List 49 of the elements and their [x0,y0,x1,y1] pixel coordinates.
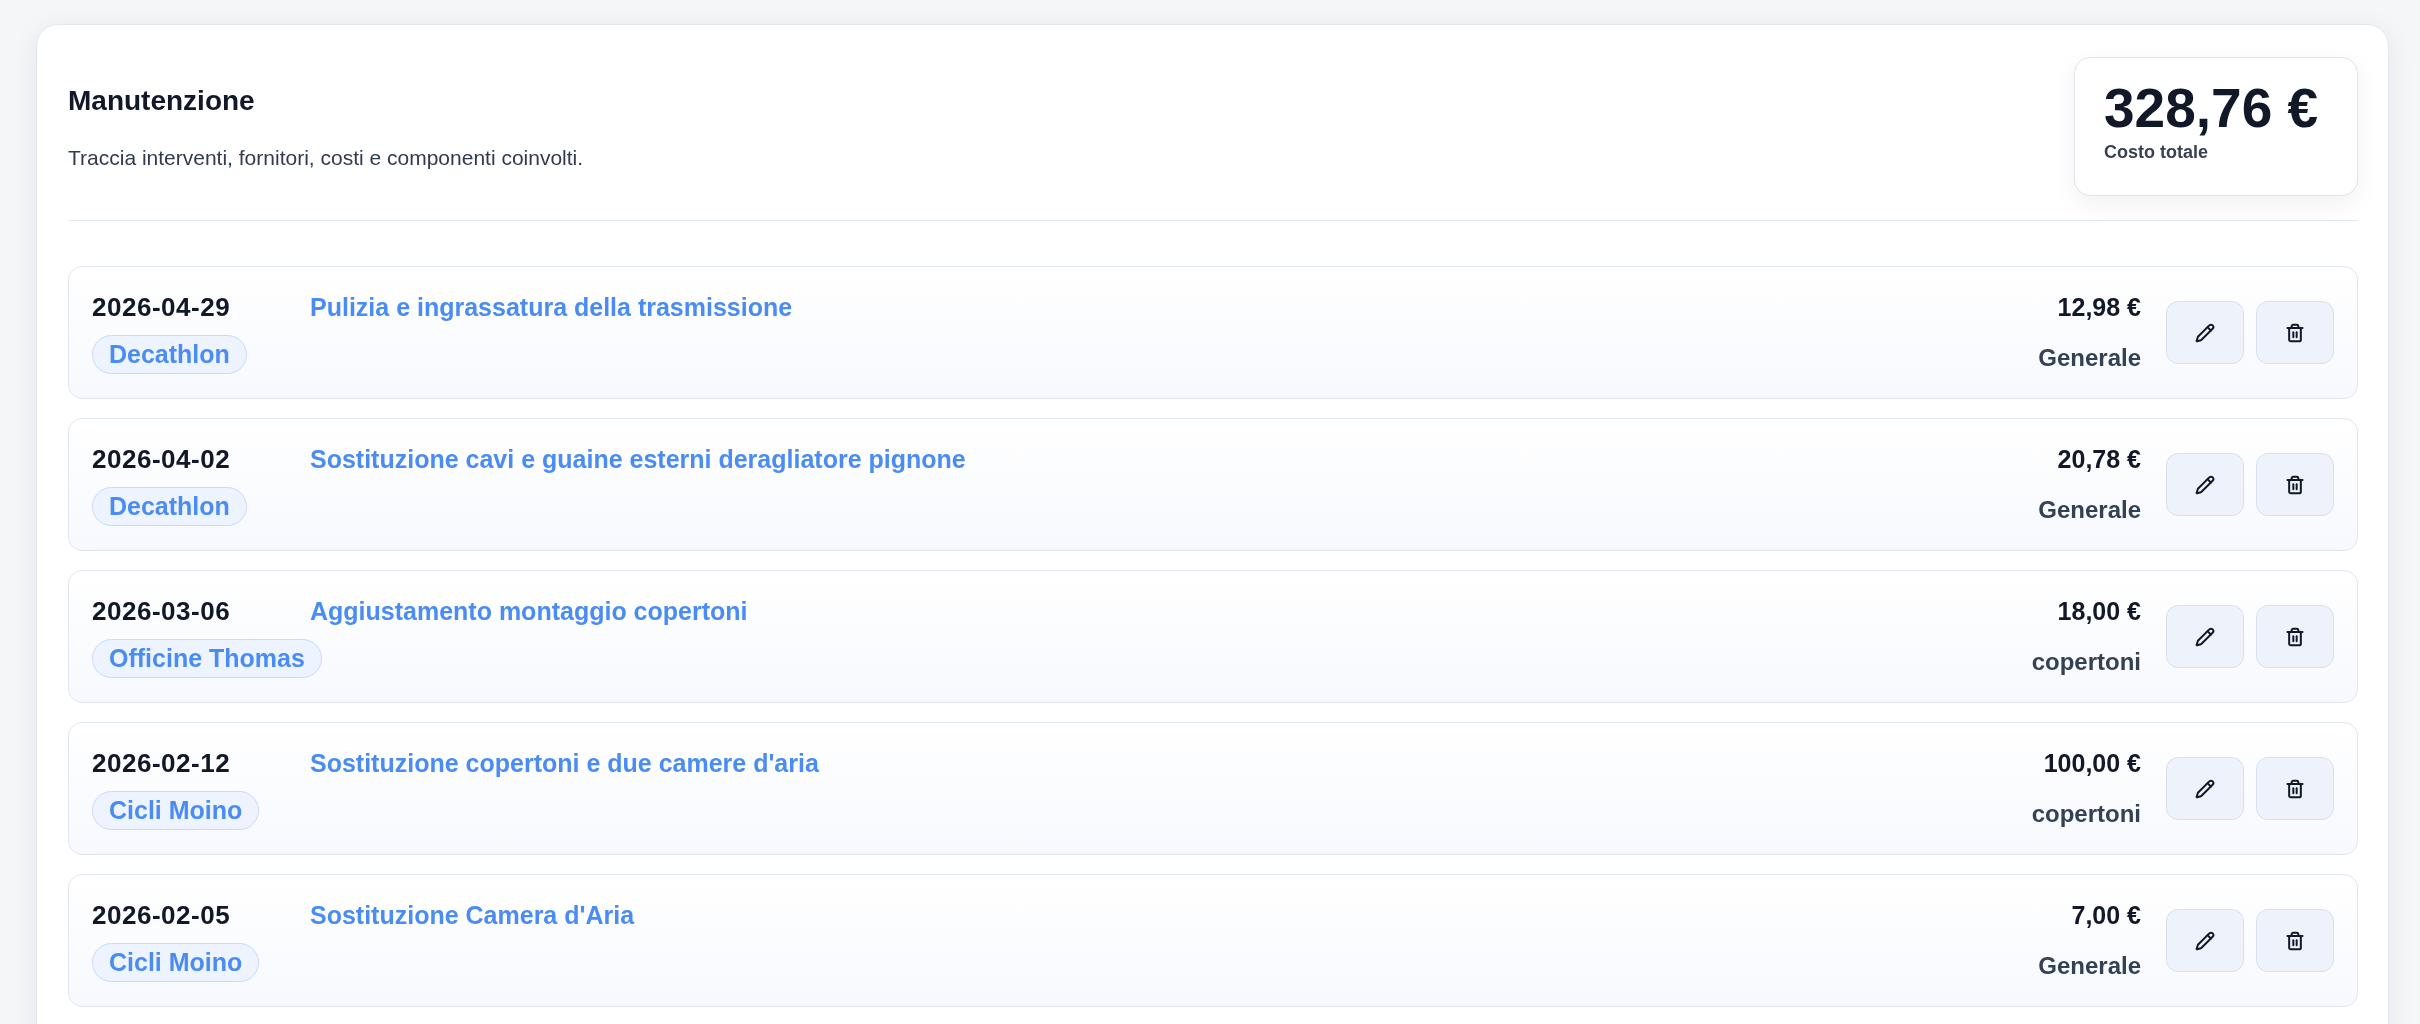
supplier-tag: Cicli Moino [92,942,260,982]
page-title: Manutenzione [68,83,256,118]
trash-icon [2285,778,2305,799]
entry-cost: 7,00 € [2071,900,2141,930]
edit-button[interactable] [2166,301,2244,364]
entry-component: Generale [2038,343,2141,373]
pencil-icon [2195,626,2215,647]
delete-button[interactable] [2256,301,2334,364]
entry-cost: 20,78 € [2057,444,2141,474]
entry-title-link[interactable]: Sostituzione cavi e guaine esterni deragliatore pignone [310,443,966,474]
page-subtitle: Traccia interventi, fornitori, costi e componenti coinvolti. [68,144,584,170]
entry-date: 2026-04-29 [92,291,231,322]
entry-component: copertoni [2031,799,2141,829]
pencil-icon [2195,930,2215,951]
total-cost-value: 328,76 € [2104,78,2320,138]
entry-component: copertoni [2031,647,2141,677]
supplier-tag: Officine Thomas [92,638,322,678]
supplier-tag: Cicli Moino [92,790,260,830]
delete-button[interactable] [2256,909,2334,972]
trash-icon [2285,930,2305,951]
total-cost-label: Costo totale [2104,141,2209,163]
delete-button[interactable] [2256,605,2334,668]
trash-icon [2285,322,2305,343]
entry-cost: 100,00 € [2043,748,2141,778]
entry-component: Generale [2038,951,2141,981]
pencil-icon [2195,778,2215,799]
entry-component: Generale [2038,495,2141,525]
pencil-icon [2195,322,2215,343]
entry-title-link[interactable]: Sostituzione Camera d'Aria [310,899,635,930]
delete-button[interactable] [2256,453,2334,516]
trash-icon [2285,474,2305,495]
trash-icon [2285,626,2305,647]
entry-date: 2026-02-12 [92,747,231,778]
entry-title-link[interactable]: Pulizia e ingrassatura della trasmissione [310,291,793,322]
entry-cost: 18,00 € [2057,596,2141,626]
entry-title-link[interactable]: Aggiustamento montaggio copertoni [310,595,748,626]
supplier-tag: Decathlon [92,334,247,374]
entry-cost: 12,98 € [2057,292,2141,322]
pencil-icon [2195,474,2215,495]
entry-date: 2026-03-06 [92,595,231,626]
entry-title-link[interactable]: Sostituzione copertoni e due camere d'aria [310,747,819,778]
entry-date: 2026-02-05 [92,899,231,930]
supplier-tag: Decathlon [92,486,247,526]
entry-date: 2026-04-02 [92,443,231,474]
edit-button[interactable] [2166,757,2244,820]
edit-button[interactable] [2166,605,2244,668]
edit-button[interactable] [2166,909,2244,972]
edit-button[interactable] [2166,453,2244,516]
delete-button[interactable] [2256,757,2334,820]
